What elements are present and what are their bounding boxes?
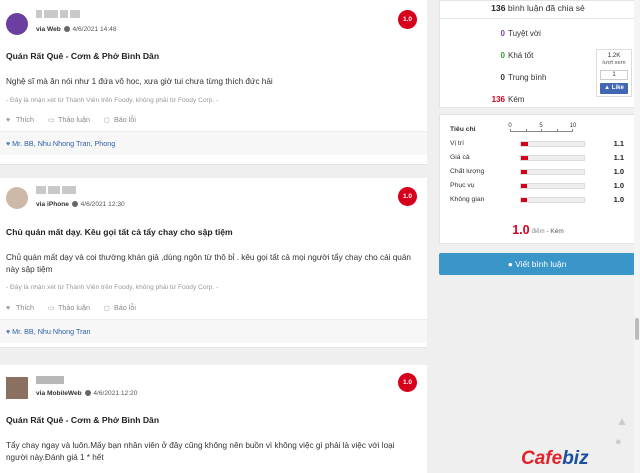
criteria-bar-fill — [521, 142, 528, 146]
facebook-like-widget: 1.2K lượt xem 1 ▲ Like — [596, 49, 632, 97]
review-body: Nghệ sĩ mà ăn nói như 1 đứa vô học, xưa … — [6, 77, 273, 86]
user-name-blurred[interactable] — [36, 376, 66, 388]
discuss-button[interactable]: ▭ Thảo luận — [48, 115, 90, 124]
user-name-blurred[interactable] — [36, 10, 82, 22]
scale-mark — [526, 129, 527, 132]
scale-tick-10: 10 — [569, 123, 577, 129]
review-score-badge: 1.0 — [398, 373, 417, 392]
globe-icon — [63, 26, 70, 32]
criteria-bar — [520, 183, 585, 189]
report-icon: ◻ — [103, 117, 110, 124]
review-card: via iPhone 4/6/2021 12:30 1.0 Chủ quán m… — [0, 178, 427, 348]
comment-icon: ● — [507, 259, 513, 269]
review-card: via MobileWeb 4/6/2021 12:20 1.0 Quán Rấ… — [0, 365, 427, 473]
like-count: 1 — [600, 70, 628, 80]
avatar[interactable] — [6, 187, 28, 209]
criteria-bar — [520, 155, 585, 161]
review-actions: ♥ Thích ▭ Thảo luận ◻ Báo lỗi — [6, 115, 148, 124]
likes-bar: ♥ Mr. BB, Nhu Nhong Tran, Phong — [0, 131, 427, 155]
criteria-row-location: Vị trí 1.1 — [450, 139, 624, 148]
scale-mark — [557, 129, 558, 132]
liked-by-list[interactable]: ♥ Mr. BB, Nhu Nhong Tran, Phong — [6, 139, 115, 148]
view-label: lượt xem — [602, 60, 626, 66]
review-title[interactable]: Quán Rất Quê - Cơm & Phở Bình Dân — [6, 51, 159, 61]
cafebiz-watermark: Cafebiz — [521, 448, 589, 469]
review-disclaimer: - Đây là nhận xét từ Thành Viên trên Foo… — [6, 284, 219, 291]
criteria-panel: Tiêu chí 0 5 10 Vị trí 1.1 Giá cả 1.1 Chất… — [439, 114, 635, 244]
like-button[interactable]: ♥ Thích — [6, 303, 34, 312]
report-button[interactable]: ◻ Báo lỗi — [104, 115, 136, 124]
facebook-like-button[interactable]: ▲ Like — [600, 83, 628, 94]
divider — [440, 18, 636, 19]
review-title[interactable]: Chủ quán mất dạy. Kêu gọi tất cả tẩy cha… — [6, 227, 233, 237]
heart-icon: ♥ — [6, 305, 11, 312]
review-header: via iPhone 4/6/2021 12:30 1.0 — [0, 178, 427, 214]
discuss-button[interactable]: ▭ Thảo luận — [48, 303, 90, 312]
review-meta: via Web 4/6/2021 14:48 — [36, 26, 117, 33]
review-body: Chủ quán mất dạy và coi thường khán giả … — [6, 253, 411, 274]
scale-mark — [572, 129, 573, 132]
criteria-row-space: Không gian 1.0 — [450, 195, 624, 204]
liked-by-list[interactable]: ♥ Mr. BB, Nhu Nhong Tran — [6, 327, 90, 336]
review-meta: via iPhone 4/6/2021 12:30 — [36, 201, 125, 208]
review-body: Tẩy chay ngay và luôn.Mấy bạn nhân viên … — [6, 441, 395, 462]
avatar[interactable] — [6, 377, 28, 399]
globe-icon — [71, 201, 78, 207]
write-review-button[interactable]: ● Viết bình luận — [439, 253, 635, 275]
criteria-scale: 0 5 10 — [508, 123, 576, 133]
review-disclaimer: - Đây là nhận xét từ Thành Viên trên Foo… — [6, 97, 219, 104]
criteria-row-price: Giá cả 1.1 — [450, 153, 624, 162]
comment-icon: ▭ — [47, 117, 55, 124]
heart-icon: ♥ — [6, 329, 11, 336]
globe-icon — [84, 390, 91, 396]
review-actions: ♥ Thích ▭ Thảo luận ◻ Báo lỗi — [6, 303, 148, 312]
likes-bar: ♥ Mr. BB, Nhu Nhong Tran — [0, 319, 427, 343]
criteria-row-quality: Chất lượng 1.0 — [450, 167, 624, 176]
heart-icon: ♥ — [6, 141, 11, 148]
report-icon: ◻ — [103, 305, 110, 312]
heart-icon: ♥ — [6, 117, 11, 124]
comment-icon: ▭ — [47, 305, 55, 312]
review-meta: via MobileWeb 4/6/2021 12:20 — [36, 390, 138, 397]
criteria-bar-fill — [521, 156, 528, 160]
scroll-thumb[interactable] — [635, 318, 639, 340]
avatar[interactable] — [6, 13, 28, 35]
review-title[interactable]: Quán Rất Quê - Cơm & Phở Bình Dân — [6, 415, 159, 425]
user-name-blurred[interactable] — [36, 186, 78, 198]
criteria-bar-fill — [521, 198, 528, 202]
scrollbar[interactable] — [634, 0, 640, 473]
review-score-badge: 1.0 — [398, 10, 417, 29]
scale-mark — [541, 129, 542, 132]
review-feed: via Web 4/6/2021 14:48 1.0 Quán Rất Quê … — [0, 0, 427, 473]
review-header: via Web 4/6/2021 14:48 1.0 — [0, 0, 427, 36]
review-score-badge: 1.0 — [398, 187, 417, 206]
criteria-bar — [520, 197, 585, 203]
shared-count: 136 bình luận đã chia sẻ — [491, 3, 585, 13]
review-card: via Web 4/6/2021 14:48 1.0 Quán Rất Quê … — [0, 0, 427, 165]
scroll-to-top-icon[interactable]: ▲ — [612, 414, 632, 432]
view-count: 1.2K — [607, 52, 621, 59]
report-button[interactable]: ◻ Báo lỗi — [104, 303, 136, 312]
criteria-header: Tiêu chí — [450, 126, 476, 133]
average-score: 1.0 điểm - Kém — [512, 223, 564, 237]
criteria-bar-fill — [521, 184, 528, 188]
criteria-row-service: Phục vụ 1.0 — [450, 181, 624, 190]
thumbs-up-icon: ▲ — [604, 85, 611, 91]
criteria-bar — [520, 169, 585, 175]
scale-mark — [510, 129, 511, 132]
review-header: via MobileWeb 4/6/2021 12:20 1.0 — [0, 365, 427, 401]
criteria-bar — [520, 141, 585, 147]
criteria-bar-fill — [521, 170, 528, 174]
like-button[interactable]: ♥ Thích — [6, 115, 34, 124]
apple-icon[interactable]: ● — [615, 436, 622, 448]
